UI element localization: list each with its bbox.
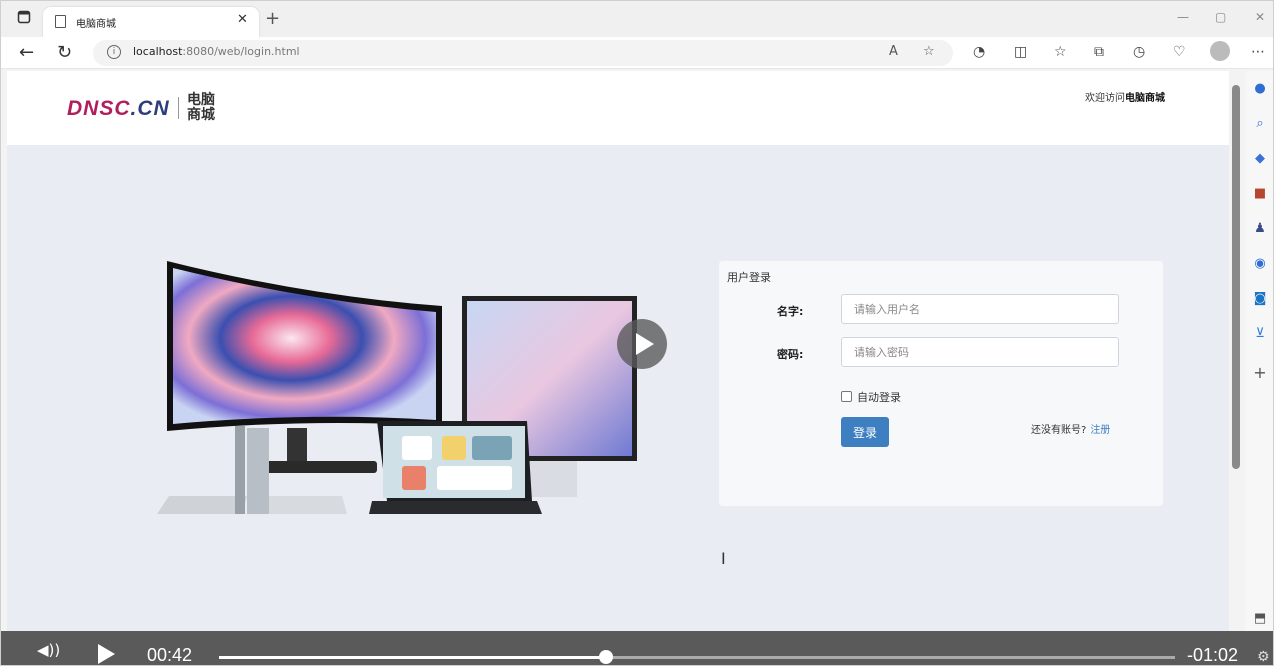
url-text[interactable]: localhost:8080/web/login.html [133,45,300,58]
close-tab-icon[interactable]: ✕ [237,12,248,27]
logo-text-domain: .CN [130,97,170,120]
tab-actions-icon[interactable] [15,10,33,28]
tab-bar: 电脑商城 ✕ + — ▢ ✕ [1,1,1273,37]
sidebar-settings-icon[interactable]: ⬒ [1245,611,1273,626]
window-close-icon[interactable]: ✕ [1255,10,1265,24]
login-panel: 用户登录 名字: 密码: 自动登录 登录 还没有账号?注册 [719,261,1163,506]
video-play-overlay-icon[interactable] [617,319,667,369]
url-path: :8080/web/login.html [182,45,300,58]
welcome-text: 欢迎访问电脑商城 [1085,89,1165,104]
register-prompt-text: 还没有账号? [1031,425,1087,436]
logo-text-main: DNSC [67,97,131,120]
browser-window: 电脑商城 ✕ + — ▢ ✕ ← ↻ i localhost:8080/web/… [0,0,1274,666]
refresh-icon[interactable]: ↻ [57,42,72,63]
read-aloud-icon[interactable]: A [889,44,898,59]
welcome-prefix: 欢迎访问 [1085,93,1125,104]
welcome-site-name: 电脑商城 [1125,93,1165,104]
page-scrollbar[interactable] [1232,85,1240,469]
add-sidebar-icon[interactable]: + [1245,363,1273,382]
favorites-icon[interactable]: ☆ [1054,44,1067,60]
video-progress-handle[interactable] [599,650,614,664]
favorite-star-icon[interactable]: ☆ [923,44,935,59]
video-settings-icon[interactable]: ⚙ [1257,649,1270,665]
page-icon [55,15,66,28]
maximize-icon[interactable]: ▢ [1215,10,1226,24]
shopping-cart-icon[interactable]: ⊻ [1245,326,1273,341]
username-input[interactable] [841,294,1119,324]
register-prompt: 还没有账号? 注册 [1031,421,1110,436]
back-icon[interactable]: ← [19,42,34,63]
auto-login-label: 自动登录 [857,391,901,404]
profile-avatar[interactable] [1210,41,1230,61]
address-bar[interactable]: i localhost:8080/web/login.html A ☆ [93,40,953,66]
more-menu-icon[interactable]: ⋯ [1251,44,1265,60]
browser-sidebar: ● ⌕ ◆ ■ ♟ ◉ ◙ ⊻ + ⬒ [1245,71,1273,631]
notification-bell-icon[interactable]: ● [1245,81,1273,96]
address-row: ← ↻ i localhost:8080/web/login.html A ☆ … [1,37,1273,69]
shopping-tag-icon[interactable]: ◆ [1245,151,1273,166]
elapsed-time: 00:42 [147,645,193,665]
devices-illustration [157,261,637,514]
site-info-icon[interactable]: i [107,45,121,59]
copilot-icon[interactable]: ◉ [1245,256,1273,271]
minimize-icon[interactable]: — [1177,10,1189,24]
active-tab[interactable]: 电脑商城 ✕ [43,7,259,37]
play-button[interactable] [98,644,115,664]
register-link[interactable]: 注册 [1090,425,1110,436]
new-tab-icon[interactable]: + [265,8,280,29]
logo-chinese-name: 电脑商城 [187,92,215,123]
extension-icon[interactable]: ◔ [973,44,985,60]
name-label: 名字: [777,305,804,318]
password-input[interactable] [841,337,1119,367]
site-header: DNSC.CN 电脑商城 欢迎访问电脑商城 [7,71,1229,145]
collections-icon[interactable]: ⧉ [1094,44,1104,60]
tab-title: 电脑商城 [76,19,116,30]
video-controls: ◀)) 00:42 -01:02 ⚙ [1,631,1273,665]
performance-icon[interactable]: ♡ [1173,44,1186,60]
checkbox-box[interactable] [841,391,852,402]
split-screen-icon[interactable]: ◫ [1014,44,1027,60]
search-icon[interactable]: ⌕ [1245,116,1273,131]
text-cursor-icon: I [721,549,726,568]
video-progress-bar[interactable] [219,650,1175,664]
games-icon[interactable]: ♟ [1245,221,1273,236]
auto-login-checkbox[interactable]: 自动登录 [841,389,901,405]
login-panel-title: 用户登录 [727,271,771,284]
history-icon[interactable]: ◷ [1133,44,1145,60]
login-button[interactable]: 登录 [841,417,889,447]
remaining-time: -01:02 [1187,645,1239,665]
volume-icon[interactable]: ◀)) [37,641,60,659]
password-label: 密码: [777,348,804,361]
web-page: DNSC.CN 电脑商城 欢迎访问电脑商城 用户登录 名字: 请输入用户名 密码… [7,71,1229,631]
logo-divider [178,97,179,119]
outlook-icon[interactable]: ◙ [1245,291,1273,306]
video-progress-fill [219,656,607,659]
toolbox-icon[interactable]: ■ [1245,186,1273,201]
site-logo[interactable]: DNSC.CN [67,97,170,121]
url-host: localhost [133,45,183,58]
